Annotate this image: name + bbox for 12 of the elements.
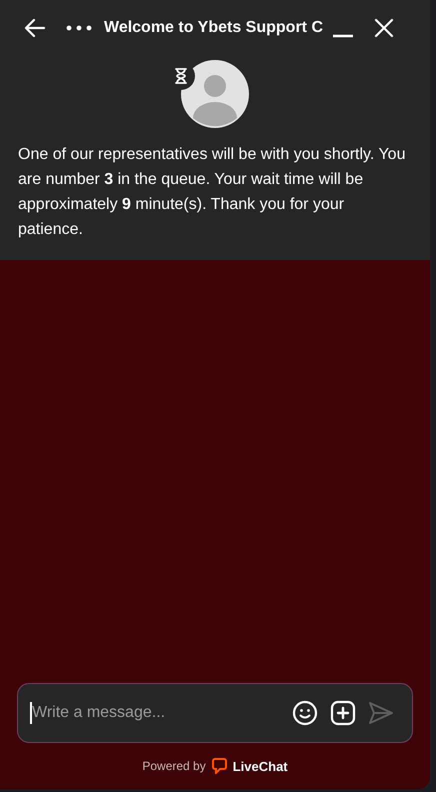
emoji-icon[interactable] [292, 700, 318, 726]
livechat-link[interactable]: LiveChat [232, 758, 288, 774]
avatar-icon [181, 60, 249, 128]
more-icon[interactable] [66, 25, 92, 31]
chat-bubble-icon [212, 758, 227, 774]
close-icon[interactable] [374, 18, 394, 38]
powered-by-text: Powered by [142, 759, 206, 773]
window-title: Welcome to Ybets Support C [104, 19, 324, 37]
queue-message: One of our representatives will be with you shortly. You are number 3 in the queue. Your wait time will be approximately 9 minute(s). Thank you for your patience. [18, 145, 406, 240]
message-input[interactable]: Write a message... [30, 702, 280, 724]
attach-icon[interactable] [330, 700, 356, 726]
back-icon[interactable] [24, 18, 46, 38]
